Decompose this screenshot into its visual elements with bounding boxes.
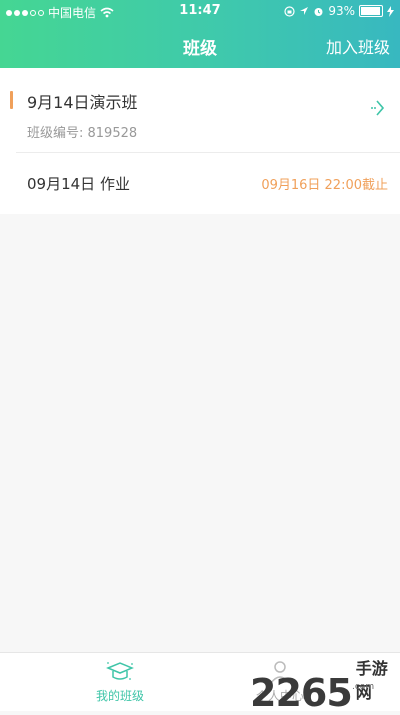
tab-label: 我的班级: [95, 689, 144, 703]
header: 中国电信 11:47 93% 班级 加入班级: [0, 0, 400, 68]
chevron-right-icon[interactable]: [368, 98, 388, 118]
status-right: 93%: [284, 4, 394, 18]
watermark-logo: 2265 手游网 .com: [250, 655, 400, 715]
graduation-cap-icon: [106, 662, 134, 680]
battery-icon: [359, 5, 383, 17]
alarm-icon: [314, 7, 323, 16]
class-name: 9月14日演示班: [27, 93, 138, 112]
watermark-text: 手游网: [355, 659, 388, 702]
card-divider: [16, 152, 400, 153]
battery-fill: [361, 7, 380, 15]
class-card[interactable]: 9月14日演示班 班级编号: 819528 09月14日 作业 09月16日 2…: [0, 68, 400, 214]
charging-icon: [387, 5, 394, 17]
nav-bar: 班级 加入班级: [0, 26, 400, 66]
join-class-button[interactable]: 加入班级: [326, 34, 390, 58]
homework-deadline: 09月16日 22:00截止: [261, 178, 388, 193]
homework-title[interactable]: 09月14日 作业: [27, 173, 130, 194]
rotation-lock-icon: [284, 5, 295, 17]
watermark-number: 2265: [250, 671, 353, 715]
battery-percent: 93%: [328, 4, 355, 18]
location-arrow-icon: [300, 7, 309, 15]
tab-my-class[interactable]: 我的班级: [60, 659, 180, 704]
class-code: 班级编号: 819528: [27, 126, 138, 141]
status-bar: 中国电信 11:47 93%: [0, 0, 400, 22]
watermark-url: .com: [352, 682, 375, 692]
class-accent-bar: [10, 91, 13, 109]
